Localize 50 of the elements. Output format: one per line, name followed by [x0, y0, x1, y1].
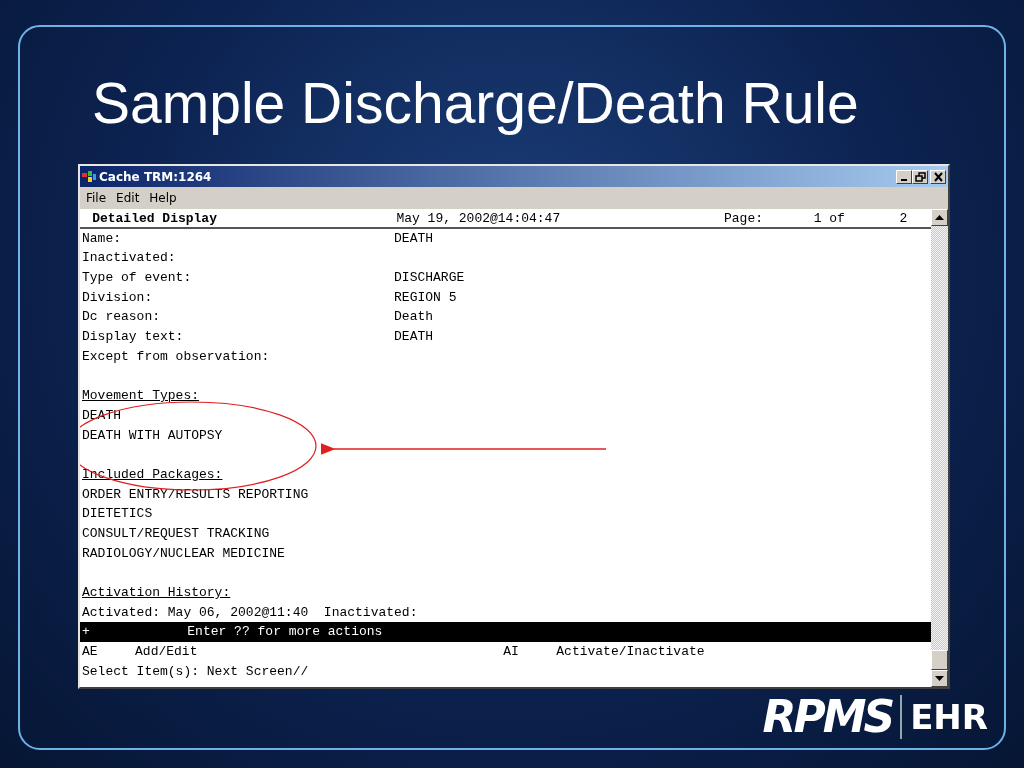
- menu-item[interactable]: Help: [149, 191, 177, 205]
- page-label: Page:: [724, 210, 765, 227]
- text-line: RADIOLOGY/NUCLEAR MEDICINE: [82, 544, 285, 563]
- restore-icon: [914, 171, 926, 182]
- field-value: REGION 5: [394, 288, 457, 307]
- action-code: AI: [503, 643, 520, 662]
- close-icon: [932, 171, 944, 182]
- section-heading: Activation History:: [82, 584, 231, 603]
- action-label: Activate/Inactivate: [556, 643, 705, 662]
- field-value: Death: [394, 308, 434, 327]
- field-value: DISCHARGE: [394, 269, 465, 288]
- screen-title: Detailed Display: [92, 210, 218, 227]
- menu-item[interactable]: Edit: [116, 191, 140, 205]
- field-value: DEATH: [394, 229, 434, 248]
- text-line: DEATH WITH AUTOPSY: [82, 426, 223, 445]
- minimize-icon: [901, 179, 907, 181]
- window-title: Cache TRM:1264: [99, 169, 212, 184]
- action-label: Add/Edit: [135, 643, 198, 662]
- scroll-up-button[interactable]: [931, 209, 948, 226]
- more-marker: +: [82, 623, 91, 642]
- text-line: ORDER ENTRY/RESULTS REPORTING: [82, 485, 309, 504]
- command-prompt: Select Item(s): Next Screen//: [82, 662, 309, 681]
- timestamp: May 19, 2002@14:04:47: [396, 210, 562, 227]
- field-label: Inactivated:: [82, 249, 177, 268]
- section-heading: Movement Types:: [82, 387, 200, 406]
- field-label: Dc reason:: [82, 308, 161, 327]
- text-line: DIETETICS: [82, 505, 153, 524]
- field-label: Except from observation:: [82, 347, 271, 366]
- field-label: Display text:: [82, 328, 185, 347]
- scroll-down-button[interactable]: [931, 670, 948, 687]
- field-value: DEATH: [394, 328, 434, 347]
- action-code: AE: [82, 643, 99, 662]
- logo-text: EHR: [910, 700, 988, 734]
- text-line: Activated: May 06, 2002@11:40 Inactivated:: [82, 603, 418, 622]
- app-icon: [82, 170, 96, 183]
- close-button[interactable]: [930, 169, 946, 184]
- page-counter: 1 of: [813, 210, 845, 227]
- minimize-button[interactable]: [896, 169, 912, 184]
- down-arrow-icon: [935, 676, 944, 681]
- field-label: Type of event:: [82, 269, 193, 288]
- menu-item[interactable]: File: [86, 191, 107, 205]
- logo-text: RPMS: [762, 695, 903, 739]
- scroll-thumb[interactable]: [931, 650, 948, 670]
- field-label: Name:: [82, 229, 122, 248]
- up-arrow-icon: [935, 215, 944, 220]
- text-line: CONSULT/REQUEST TRACKING: [82, 525, 270, 543]
- restore-button[interactable]: [912, 169, 928, 184]
- field-label: Division:: [82, 288, 154, 307]
- page-total: 2: [899, 210, 908, 227]
- action-hint: Enter ?? for more actions: [187, 623, 383, 642]
